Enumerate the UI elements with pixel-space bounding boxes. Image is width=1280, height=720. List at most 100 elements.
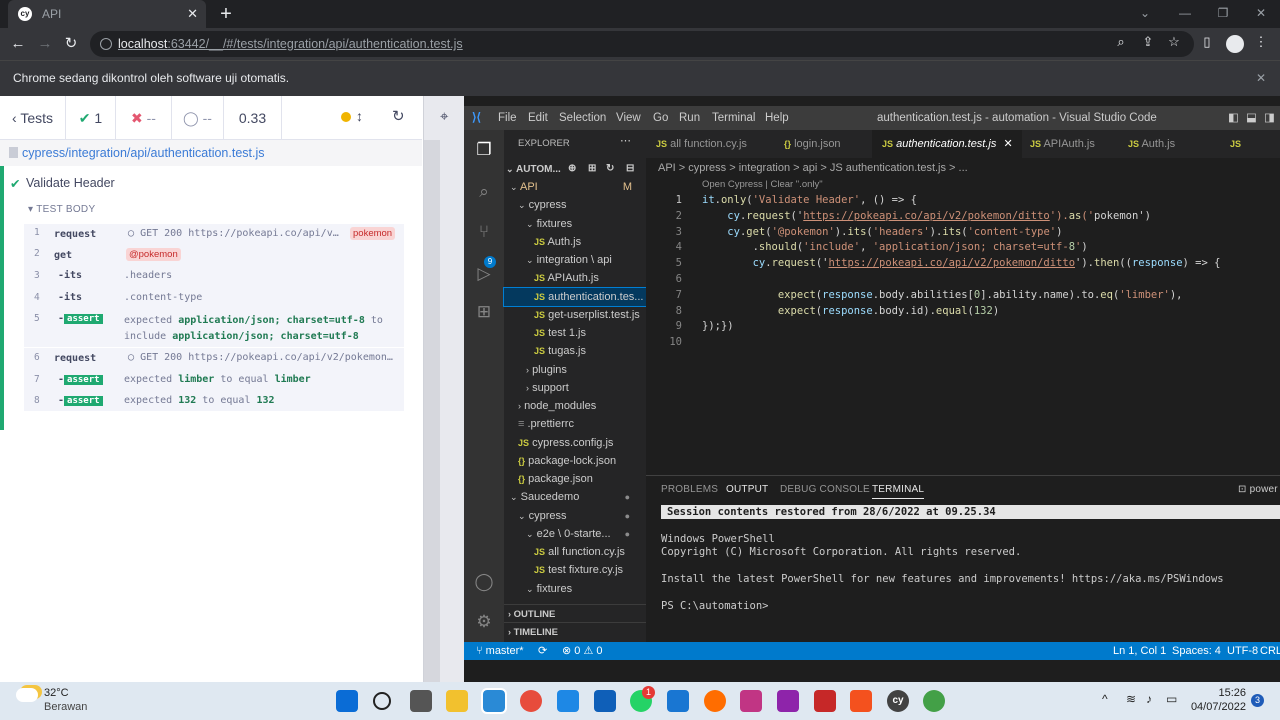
command-row[interactable]: 5- assert expected application/json; char… — [24, 313, 404, 345]
tab-login-json[interactable]: {} login.json — [774, 130, 868, 158]
line-ending[interactable]: CRL — [1260, 642, 1280, 660]
chrome-2-icon[interactable] — [923, 690, 945, 712]
settings-gear-icon[interactable]: ⚙ — [474, 612, 494, 632]
tree-item[interactable]: › node_modules — [504, 397, 646, 415]
wifi-icon[interactable]: ≋ — [1126, 692, 1136, 706]
tests-button[interactable]: ‹ Tests — [0, 96, 66, 140]
side-panel-icon[interactable]: ▯ — [1199, 34, 1215, 50]
address-bar[interactable]: localhost:63442/__/#/tests/integration/a… — [90, 31, 1194, 57]
timeline-section[interactable]: › TIMELINE — [504, 622, 646, 640]
panel-tab-output[interactable]: OUTPUT — [726, 484, 768, 495]
tree-item[interactable]: JS test fixture.cy.js — [504, 561, 646, 579]
new-tab-button[interactable]: + — [216, 2, 236, 26]
tree-item[interactable]: ⌄ fixtures — [504, 215, 646, 233]
file-explorer-icon[interactable] — [446, 690, 468, 712]
command-row[interactable]: 3 -its .headers — [24, 270, 404, 288]
tab-search-icon[interactable]: ⌄ — [1134, 4, 1156, 22]
terminal-shell-label[interactable]: ⊡ power — [1238, 484, 1278, 495]
outlook-icon[interactable] — [594, 690, 616, 712]
breadcrumb[interactable]: API > cypress > integration > api > JS a… — [658, 158, 968, 178]
new-file-icon[interactable]: ⊕ — [568, 160, 576, 178]
code-line[interactable]: 8 expect(response.body.id).equal(132) — [646, 303, 1280, 319]
layout-sidebar-icon[interactable]: ◧ — [1228, 106, 1239, 130]
spec-path[interactable]: cypress/integration/api/authentication.t… — [0, 140, 422, 166]
battery-icon[interactable]: ▭ — [1166, 692, 1177, 706]
code-line[interactable]: 4 .should('include', 'application/json; … — [646, 239, 1280, 255]
code-editor[interactable]: 1 it.only('Validate Header', () => {2 cy.… — [646, 192, 1280, 372]
tab-apiauth[interactable]: JS APIAuth.js — [1020, 130, 1112, 158]
test-item[interactable]: Validate Header ▾ TEST BODY 1request ◯ G… — [0, 166, 422, 430]
zoom-icon[interactable]: ⌕ — [1113, 34, 1129, 50]
tree-item[interactable]: JS all function.cy.js — [504, 543, 646, 561]
tree-item[interactable]: JS Auth.js — [504, 233, 646, 251]
selector-playground-icon[interactable]: ⌖ — [440, 108, 448, 125]
source-control-icon[interactable]: ⑂ — [474, 222, 494, 242]
infobar-close-icon[interactable]: ✕ — [1256, 61, 1266, 96]
collapse-all-icon[interactable]: ⊟ — [626, 160, 634, 178]
notification-badge[interactable]: 3 — [1251, 694, 1264, 707]
weather-temp[interactable]: 32°C — [44, 687, 69, 699]
explorer-more-icon[interactable]: ⋯ — [620, 134, 631, 147]
app-icon[interactable] — [777, 690, 799, 712]
tab-all-function[interactable]: JS all function.cy.js — [646, 130, 764, 158]
tab-close-icon[interactable]: ✕ — [187, 0, 198, 28]
tree-item[interactable]: ⌄ e2e \ 0-starte... ● — [504, 525, 646, 543]
command-row[interactable]: 2 get @pokemon — [24, 248, 404, 266]
code-line[interactable]: 1 it.only('Validate Header', () => { — [646, 192, 1280, 208]
tree-item[interactable]: ⌄ cypress — [504, 196, 646, 214]
code-line[interactable]: 3 cy.get('@pokemon').its('headers').its(… — [646, 224, 1280, 240]
clock-date[interactable]: 04/07/2022 — [1186, 701, 1246, 713]
reload-icon[interactable]: ↻ — [60, 34, 82, 54]
forward-icon[interactable]: → — [34, 34, 56, 54]
instagram-icon[interactable] — [740, 690, 762, 712]
rerun-icon[interactable]: ↻ — [392, 107, 405, 125]
tab-close-icon[interactable]: ✕ — [1003, 138, 1012, 150]
problems-status[interactable]: ⊗ 0 ⚠ 0 — [562, 642, 602, 660]
run-debug-icon[interactable]: ▷ — [474, 264, 494, 284]
tree-item[interactable]: ≡ .prettierrc — [504, 415, 646, 433]
layout-right-icon[interactable]: ◨ — [1264, 106, 1275, 130]
command-row[interactable]: 8- assert expected 132 to equal 132 — [24, 395, 404, 413]
test-title[interactable]: Validate Header — [10, 176, 115, 191]
menu-terminal[interactable]: Terminal — [712, 106, 755, 130]
start-icon[interactable] — [336, 690, 358, 712]
store-icon[interactable] — [667, 690, 689, 712]
command-row[interactable]: 6 request ◯ GET 200 https://pokeapi.co/ap… — [24, 352, 404, 370]
code-line[interactable]: 7 expect(response.body.abilities[0].abil… — [646, 287, 1280, 303]
refresh-explorer-icon[interactable]: ↻ — [606, 160, 614, 178]
bookmark-star-icon[interactable]: ☆ — [1166, 34, 1182, 50]
panel-tab-problems[interactable]: PROBLEMS — [661, 484, 718, 495]
profile-avatar[interactable] — [1226, 35, 1244, 53]
git-branch[interactable]: ⑂ master* — [476, 642, 524, 660]
vscode-taskbar-icon[interactable] — [481, 688, 507, 714]
url-text[interactable]: localhost:63442/__/#/tests/integration/a… — [118, 31, 463, 57]
command-row[interactable]: 1 request ◯ GET 200 https://pokeapi.co/ap… — [24, 227, 404, 245]
code-line[interactable]: 2 cy.request('https://pokeapi.co/api/v2/… — [646, 208, 1280, 224]
tree-item[interactable]: JS cypress.config.js — [504, 434, 646, 452]
close-window-button[interactable]: ✕ — [1250, 4, 1272, 22]
workspace-root[interactable]: ⌄ AUTOM... ⊕ ⊞ ↻ ⊟ — [504, 160, 646, 178]
terminal-prompt[interactable]: PS C:\automation> — [661, 600, 768, 612]
menu-edit[interactable]: Edit — [528, 106, 548, 130]
menu-help[interactable]: Help — [765, 106, 789, 130]
search-icon[interactable]: ⌕ — [474, 182, 494, 202]
accounts-icon[interactable]: ◯ — [474, 572, 494, 592]
tree-item[interactable]: {} package-lock.json — [504, 452, 646, 470]
weather-desc[interactable]: Berawan — [44, 701, 87, 713]
panel-tab-debug-console[interactable]: DEBUG CONSOLE — [780, 484, 870, 495]
tree-item[interactable]: › support — [504, 379, 646, 397]
code-line[interactable]: 10 — [646, 334, 1280, 350]
task-view-icon[interactable] — [410, 690, 432, 712]
minimize-button[interactable]: — — [1174, 4, 1196, 22]
tree-item[interactable]: ⌄ integration \ api — [504, 251, 646, 269]
search-taskbar-icon[interactable] — [373, 692, 391, 710]
sync-icon[interactable]: ⟳ — [538, 642, 547, 660]
tree-item[interactable]: › plugins — [504, 361, 646, 379]
indentation[interactable]: Spaces: 4 — [1172, 642, 1221, 660]
tree-item[interactable]: JS get-userplist.test.js — [504, 306, 646, 324]
menu-run[interactable]: Run — [679, 106, 700, 130]
tree-item[interactable]: JS tugas.js — [504, 342, 646, 360]
outline-section[interactable]: › OUTLINE — [504, 604, 646, 622]
tree-item[interactable]: JS authentication.tes... — [503, 286, 647, 307]
tree-item[interactable]: ⌄ fixtures — [504, 580, 646, 598]
